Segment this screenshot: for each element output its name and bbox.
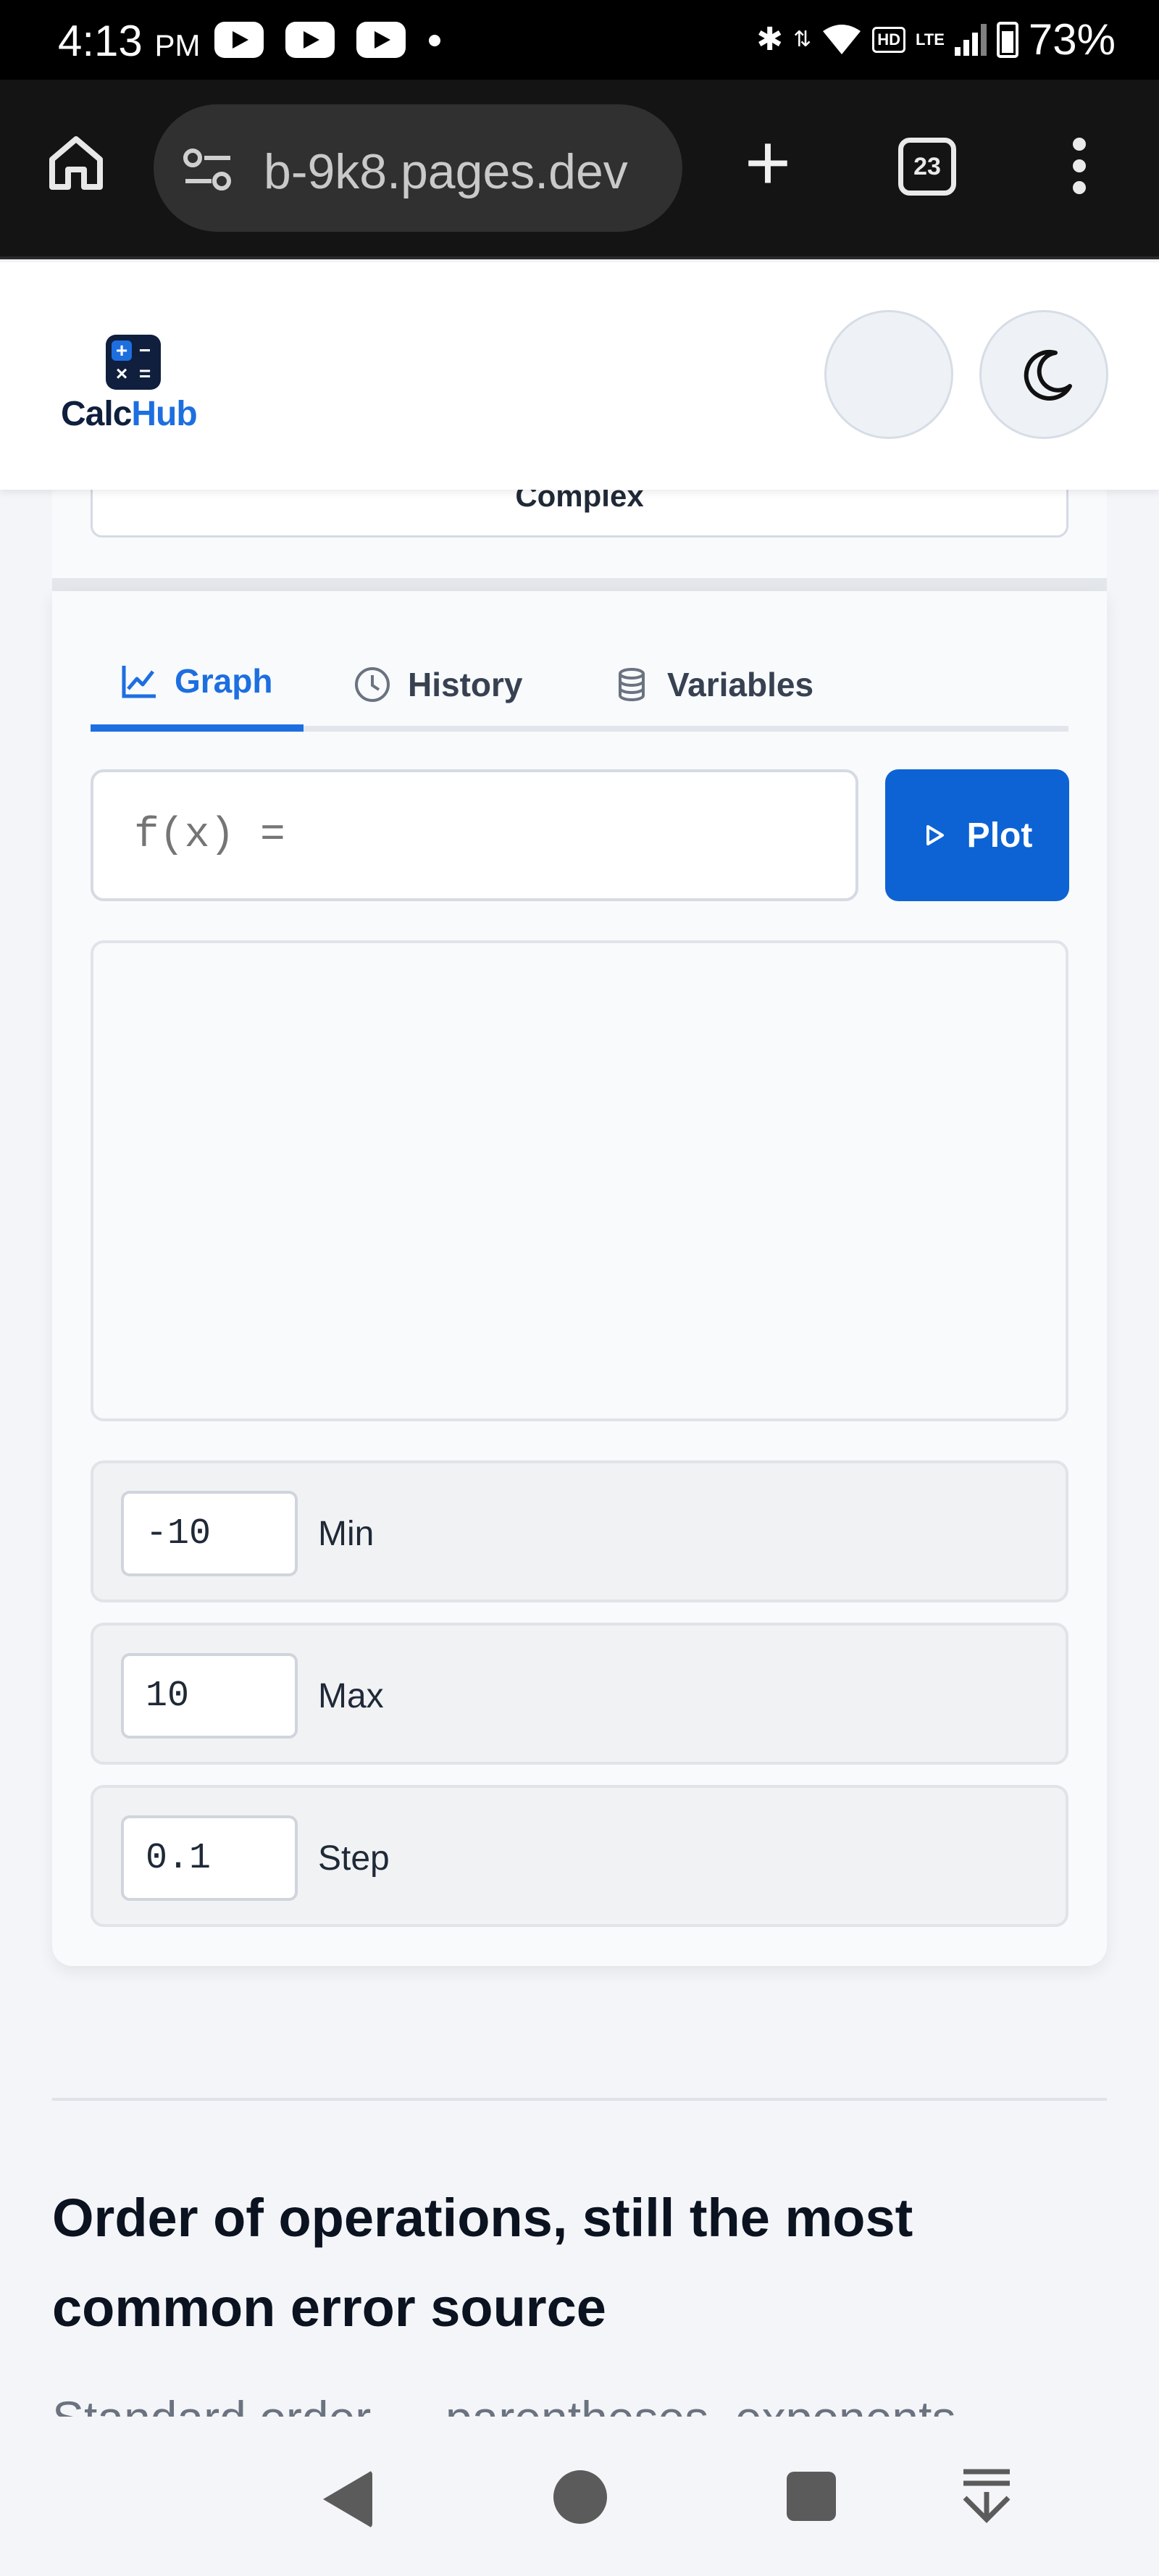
browser-toolbar: b-9k8.pages.dev + 23 <box>0 80 1159 259</box>
plus-icon: + <box>744 118 792 207</box>
wifi-icon <box>823 24 861 54</box>
logo-wordmark[interactable]: CalcHub <box>61 394 198 434</box>
hd-badge: HD <box>872 26 905 53</box>
theme-toggle-button[interactable] <box>979 310 1108 439</box>
recents-icon[interactable] <box>787 2472 836 2521</box>
data-arrows-icon: ⇅ <box>793 27 812 51</box>
bluetooth-icon: ✱ <box>756 21 784 57</box>
hide-keyboard-icon[interactable] <box>959 2467 1014 2525</box>
youtube-notification-icon <box>285 22 335 58</box>
account-button[interactable] <box>824 310 953 439</box>
url-bar[interactable]: b-9k8.pages.dev <box>154 104 682 232</box>
tab-graph[interactable]: Graph <box>91 637 304 732</box>
range-step-row: Step <box>91 1785 1068 1927</box>
max-input[interactable] <box>121 1653 298 1739</box>
clock-icon <box>355 667 390 702</box>
content-divider <box>52 2098 1107 2101</box>
min-input[interactable] <box>121 1491 298 1576</box>
tab-history[interactable]: History <box>318 637 557 732</box>
new-tab-button[interactable]: + <box>732 123 804 203</box>
range-max-row: Max <box>91 1623 1068 1765</box>
step-label: Step <box>318 1839 390 1878</box>
chart-line-icon <box>122 666 156 698</box>
url-text: b-9k8.pages.dev <box>264 144 628 199</box>
function-input[interactable] <box>91 769 858 901</box>
back-icon[interactable] <box>323 2470 372 2528</box>
step-input[interactable] <box>121 1815 298 1901</box>
tool-tabs: Graph History Variables <box>91 637 1068 732</box>
plot-button[interactable]: Plot <box>885 769 1069 901</box>
network-type: LTE <box>915 30 945 49</box>
battery-percent: 73% <box>1028 15 1116 64</box>
youtube-notification-icon <box>214 22 264 58</box>
youtube-notification-icon <box>356 22 406 58</box>
moon-icon <box>1024 349 1072 401</box>
signal-icon <box>954 23 987 56</box>
max-label: Max <box>318 1677 384 1715</box>
play-icon <box>926 825 944 845</box>
site-settings-icon[interactable] <box>183 148 233 191</box>
status-bar: 4:13 PM ✱ ⇅ HD LTE 73% <box>0 0 1159 80</box>
database-icon <box>619 668 645 701</box>
home-icon[interactable] <box>45 130 107 193</box>
min-label: Min <box>318 1515 375 1553</box>
tab-switcher-button[interactable]: 23 <box>898 138 956 196</box>
more-notifications-dot-icon <box>429 35 440 46</box>
system-nav-bar <box>0 2417 1159 2576</box>
battery-icon <box>996 21 1018 58</box>
home-circle-icon[interactable] <box>553 2470 607 2524</box>
article-title: Order of operations, still the most comm… <box>52 2188 913 2338</box>
status-time: 4:13 PM <box>58 17 201 65</box>
article-intro: Standard order — parentheses, exponents, <box>52 2383 1107 2417</box>
section-divider <box>52 578 1107 591</box>
browser-menu-icon[interactable] <box>1065 138 1094 203</box>
site-header: + − × = CalcHub <box>0 262 1159 490</box>
tab-variables[interactable]: Variables <box>577 637 848 732</box>
range-min-row: Min <box>91 1460 1068 1602</box>
calculator-logo-icon[interactable]: + − × = <box>106 335 161 390</box>
graph-canvas[interactable] <box>91 940 1068 1421</box>
